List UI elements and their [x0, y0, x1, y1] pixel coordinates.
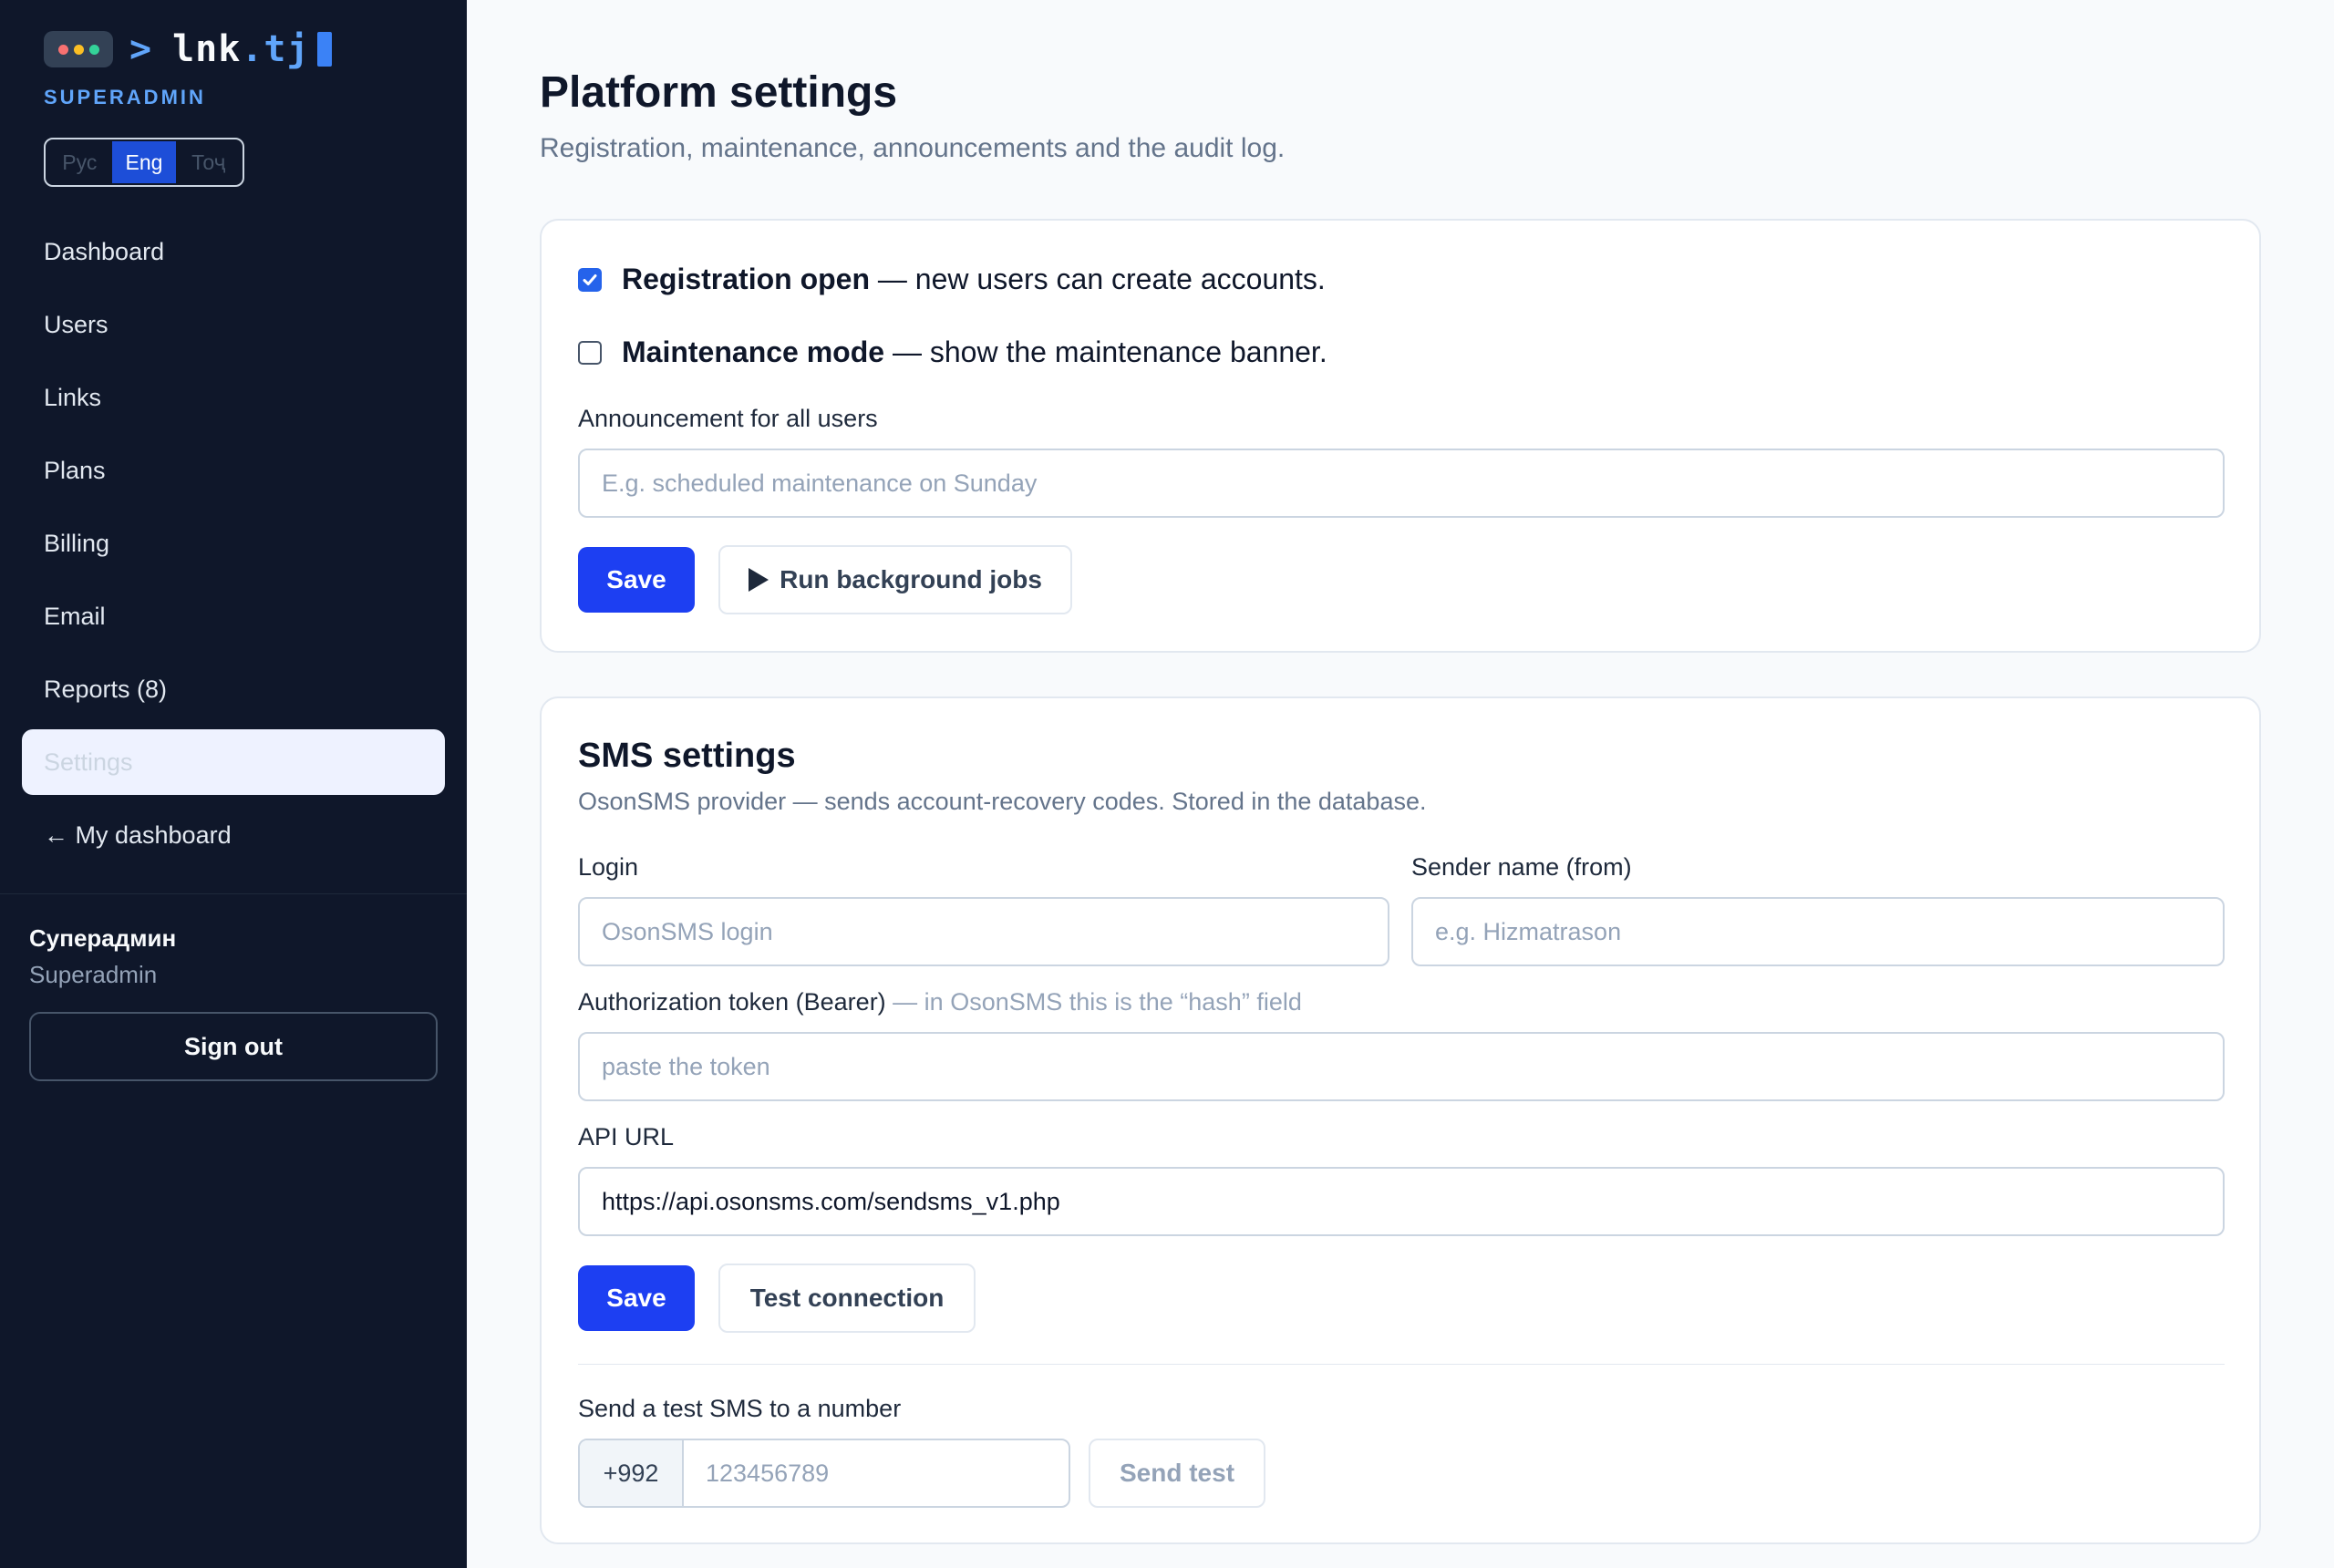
registration-label: Registration open — new users can create…: [622, 263, 1326, 295]
api-url-label: API URL: [578, 1123, 675, 1150]
test-sms-label: Send a test SMS to a number: [578, 1395, 902, 1422]
login-input[interactable]: OsonSMS login: [578, 897, 1389, 966]
user-role: Superadmin: [29, 961, 158, 988]
run-background-jobs-button[interactable]: Run background jobs: [718, 545, 1072, 614]
play-icon: [749, 568, 769, 592]
token-hint: — in OsonSMS this is the “hash” field: [885, 988, 1302, 1016]
save-platform-button[interactable]: Save: [578, 547, 695, 613]
window-dots-icon: [44, 31, 113, 67]
phone-input-group: +992 123456789: [578, 1439, 1070, 1508]
sign-out-button[interactable]: Sign out: [29, 1012, 438, 1081]
sidebar-item-users[interactable]: Users: [22, 292, 445, 357]
sidebar-divider: [0, 893, 467, 894]
sidebar-item-dashboard[interactable]: Dashboard: [22, 219, 445, 284]
sms-section-subtitle: OsonSMS provider — sends account-recover…: [578, 788, 1427, 815]
maintenance-label: Maintenance mode — show the maintenance …: [622, 335, 1327, 368]
lang-option-en[interactable]: Eng: [111, 141, 177, 183]
logo-name: lnk: [172, 28, 242, 70]
sidebar-item-links[interactable]: Links: [22, 365, 445, 430]
sidebar-item-billing[interactable]: Billing: [22, 511, 445, 576]
logo-prompt: >: [129, 28, 153, 70]
registration-toggle-row[interactable]: Registration open — new users can create…: [578, 263, 1326, 296]
card-divider: [578, 1364, 2225, 1365]
announcement-input[interactable]: E.g. scheduled maintenance on Sunday: [578, 449, 2225, 518]
phone-input[interactable]: 123456789: [684, 1440, 1069, 1506]
token-label: Authorization token (Bearer) — in OsonSM…: [578, 988, 1302, 1016]
sidebar: > lnk .tj SUPERADMIN Рус Eng Тоҷ Dashboa…: [0, 0, 467, 1568]
maintenance-toggle-row[interactable]: Maintenance mode — show the maintenance …: [578, 335, 1327, 369]
sms-settings-card: SMS settings OsonSMS provider — sends ac…: [540, 696, 2261, 1544]
cursor-icon: [316, 32, 332, 67]
lang-option-tj[interactable]: Тоҷ: [176, 141, 241, 183]
sidebar-item-plans[interactable]: Plans: [22, 438, 445, 503]
page-subtitle: Registration, maintenance, announcements…: [540, 133, 1286, 163]
role-tag: SUPERADMIN: [44, 86, 206, 108]
logo-text: > lnk .tj: [129, 29, 332, 69]
logo[interactable]: > lnk .tj: [44, 29, 332, 69]
sidebar-nav: Dashboard Users Links Plans Billing Emai…: [22, 219, 445, 875]
phone-prefix: +992: [580, 1440, 684, 1506]
login-label: Login: [578, 853, 639, 881]
save-sms-button[interactable]: Save: [578, 1265, 695, 1331]
sms-section-title: SMS settings: [578, 737, 796, 775]
registration-checkbox[interactable]: [578, 267, 602, 292]
token-input[interactable]: paste the token: [578, 1032, 2225, 1101]
platform-settings-card: Registration open — new users can create…: [540, 219, 2261, 653]
user-name: Суперадмин: [29, 924, 177, 952]
sidebar-item-reports[interactable]: Reports (8): [22, 656, 445, 722]
announcement-label: Announcement for all users: [578, 405, 878, 432]
language-switch: Рус Eng Тоҷ: [44, 138, 244, 187]
lang-option-ru[interactable]: Рус: [47, 141, 112, 183]
checkmark-icon: [583, 273, 597, 285]
logo-tld: .tj: [241, 28, 310, 70]
sidebar-item-my-dashboard[interactable]: ← My dashboard: [22, 802, 445, 868]
maintenance-checkbox[interactable]: [578, 340, 602, 365]
test-connection-button[interactable]: Test connection: [718, 1264, 976, 1333]
page-title: Platform settings: [540, 68, 898, 117]
sidebar-item-settings[interactable]: Settings: [22, 729, 445, 795]
run-background-jobs-label: Run background jobs: [780, 565, 1042, 593]
send-test-button[interactable]: Send test: [1089, 1439, 1265, 1508]
api-url-input[interactable]: https://api.osonsms.com/sendsms_v1.php: [578, 1167, 2225, 1236]
sender-input[interactable]: e.g. Hizmatrason: [1411, 897, 2225, 966]
sender-label: Sender name (from): [1411, 853, 1632, 881]
sidebar-item-email[interactable]: Email: [22, 583, 445, 649]
